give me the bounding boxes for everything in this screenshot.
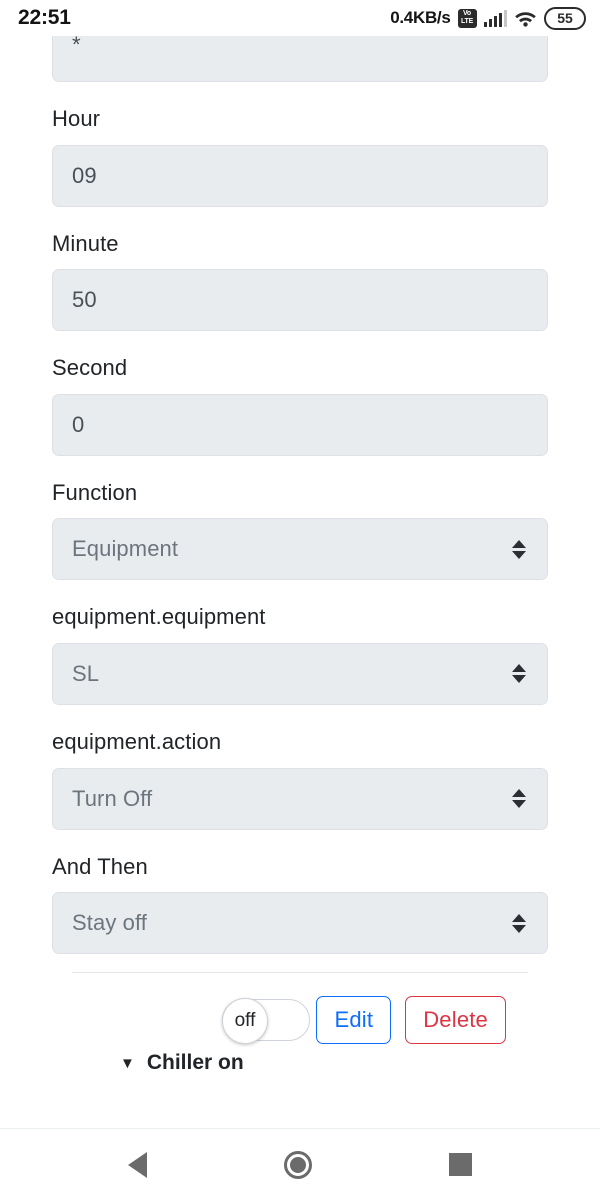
list-item-title: Chiller on bbox=[146, 1051, 244, 1074]
back-icon[interactable] bbox=[128, 1151, 148, 1178]
equipment-action-select-value: Turn Off bbox=[72, 785, 153, 811]
recents-icon[interactable] bbox=[448, 1153, 472, 1176]
edit-button[interactable]: Edit bbox=[316, 996, 392, 1045]
button-group: Edit Delete bbox=[316, 996, 506, 1045]
volte-icon-bottom: LTE bbox=[460, 18, 474, 25]
schedule-form[interactable]: * Hour 09 Minute 50 Second 0 Function Eq… bbox=[0, 36, 600, 1128]
delete-button[interactable]: Delete bbox=[405, 996, 506, 1045]
field-group-cron: * bbox=[52, 36, 548, 82]
status-bar: 22:51 0.4KB/s Vo LTE 55 bbox=[0, 0, 600, 36]
status-clock: 22:51 bbox=[18, 6, 71, 29]
schedule-actions: off Edit Delete bbox=[52, 973, 548, 1047]
hour-label: Hour bbox=[52, 106, 101, 131]
chevron-down-icon: ▼ bbox=[120, 1054, 135, 1072]
field-group-second: Second 0 bbox=[52, 341, 548, 456]
equipment-select[interactable]: SL bbox=[52, 642, 548, 705]
field-group-and-then: And Then Stay off bbox=[52, 840, 548, 955]
enable-toggle[interactable]: off bbox=[222, 998, 310, 1045]
minute-label: Minute bbox=[52, 230, 119, 256]
and-then-select[interactable]: Stay off bbox=[52, 892, 548, 955]
volte-icon: Vo LTE bbox=[457, 8, 477, 28]
second-input-value: 0 bbox=[72, 411, 85, 437]
cron-field[interactable]: * bbox=[52, 36, 548, 82]
battery-level-label: 55 bbox=[557, 10, 573, 26]
battery-icon: 55 bbox=[544, 6, 586, 30]
equipment-select-value: SL bbox=[72, 660, 100, 686]
field-group-function: Function Equipment bbox=[52, 466, 548, 581]
cellular-signal-icon bbox=[483, 9, 507, 27]
hour-input-value: 09 bbox=[72, 162, 97, 188]
minute-input-value: 50 bbox=[72, 287, 97, 313]
status-icons: 0.4KB/s Vo LTE 55 bbox=[390, 6, 586, 30]
second-label: Second bbox=[52, 355, 128, 381]
hour-input[interactable]: 09 bbox=[52, 144, 548, 207]
equipment-action-label: equipment.action bbox=[52, 728, 222, 754]
field-group-equipment-action: equipment.action Turn Off bbox=[52, 715, 548, 830]
home-icon[interactable] bbox=[283, 1150, 312, 1179]
minute-input[interactable]: 50 bbox=[52, 269, 548, 332]
equipment-label: equipment.equipment bbox=[52, 604, 266, 630]
equipment-action-select[interactable]: Turn Off bbox=[52, 767, 548, 830]
android-nav-bar bbox=[0, 1128, 600, 1200]
chevron-updown-icon bbox=[512, 539, 526, 559]
function-select-value: Equipment bbox=[72, 536, 179, 562]
list-item-next[interactable]: ▼ Chiller on bbox=[52, 1047, 548, 1073]
field-group-hour: Hour 09 bbox=[52, 92, 548, 207]
and-then-select-value: Stay off bbox=[72, 910, 147, 936]
field-group-equipment: equipment.equipment SL bbox=[52, 590, 548, 705]
second-input[interactable]: 0 bbox=[52, 393, 548, 456]
function-label: Function bbox=[52, 479, 138, 505]
enable-toggle-knob: off bbox=[222, 998, 268, 1045]
volte-icon-top: Vo bbox=[462, 10, 472, 17]
chevron-updown-icon bbox=[512, 789, 526, 809]
function-select[interactable]: Equipment bbox=[52, 518, 548, 581]
wifi-icon bbox=[514, 9, 537, 27]
field-group-minute: Minute 50 bbox=[52, 217, 548, 332]
cron-field-value: * bbox=[72, 36, 81, 57]
app-screen: * Hour 09 Minute 50 Second 0 Function Eq… bbox=[0, 36, 600, 1200]
chevron-updown-icon bbox=[512, 913, 526, 933]
and-then-label: And Then bbox=[52, 853, 148, 879]
network-speed-label: 0.4KB/s bbox=[390, 8, 451, 27]
chevron-updown-icon bbox=[512, 664, 526, 684]
